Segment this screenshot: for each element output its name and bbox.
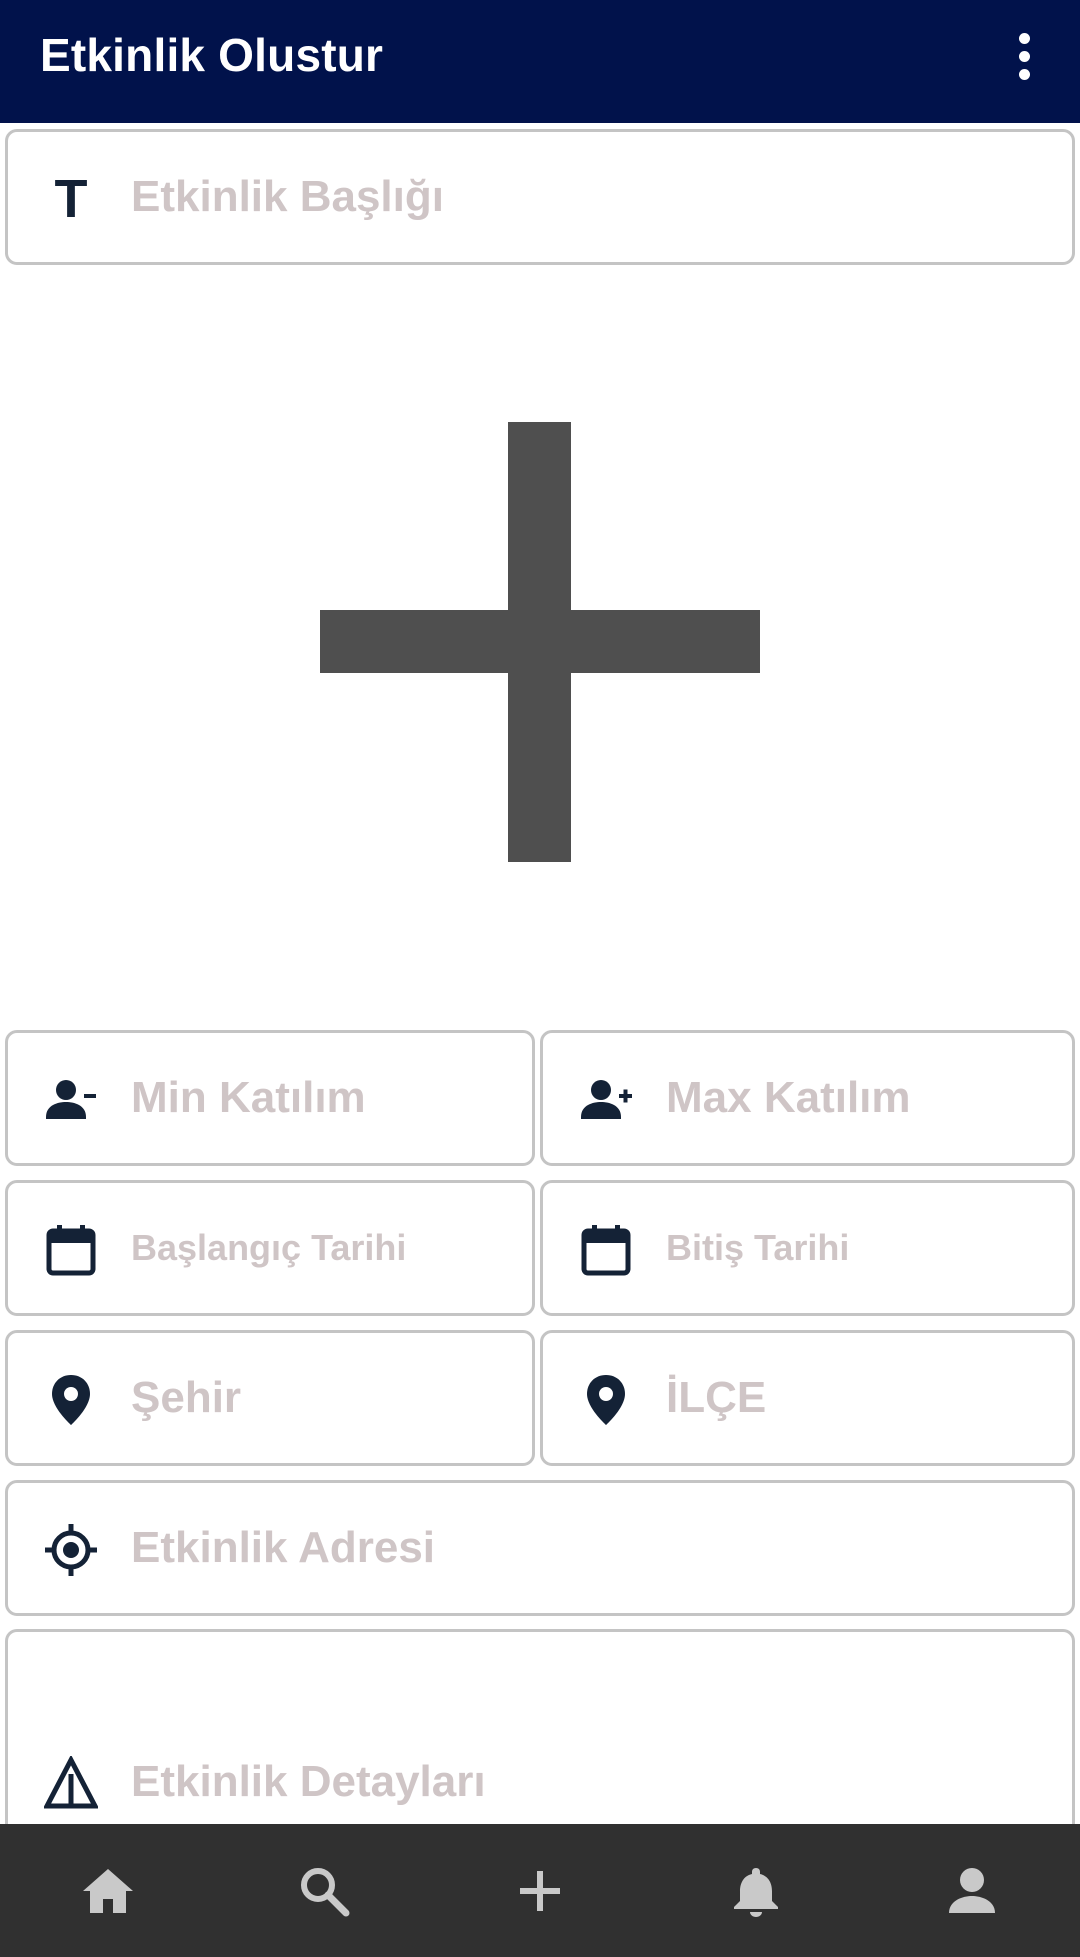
district-placeholder: İLÇE xyxy=(666,1373,767,1422)
location-pin-icon xyxy=(579,1373,633,1427)
home-icon xyxy=(83,1868,133,1913)
more-vert-icon[interactable] xyxy=(992,24,1056,88)
district-field[interactable]: İLÇE xyxy=(540,1330,1075,1466)
image-picker-add-icon[interactable] xyxy=(320,422,760,862)
gps-target-icon xyxy=(44,1523,98,1577)
start-date-field[interactable]: Başlangıç Tarihi xyxy=(5,1180,535,1316)
bottom-navigation xyxy=(0,1824,1080,1957)
max-participants-placeholder: Max Katılım xyxy=(666,1073,911,1122)
person-remove-icon xyxy=(44,1073,98,1127)
event-title-placeholder: Etkinlik Başlığı xyxy=(131,172,444,221)
nav-notifications[interactable] xyxy=(648,1824,864,1957)
end-date-placeholder: Bitiş Tarihi xyxy=(666,1227,850,1268)
add-icon xyxy=(520,1870,560,1911)
event-details-field[interactable]: Etkinlik Detayları xyxy=(5,1629,1075,1829)
end-date-field[interactable]: Bitiş Tarihi xyxy=(540,1180,1075,1316)
calendar-icon xyxy=(579,1223,633,1277)
address-field[interactable]: Etkinlik Adresi xyxy=(5,1480,1075,1616)
nav-search[interactable] xyxy=(216,1824,432,1957)
app-bar: Etkinlik Olustur xyxy=(0,0,1080,123)
event-details-placeholder: Etkinlik Detayları xyxy=(131,1757,486,1806)
max-participants-field[interactable]: Max Katılım xyxy=(540,1030,1075,1166)
person-icon xyxy=(949,1867,995,1913)
search-icon xyxy=(301,1867,350,1916)
page-title: Etkinlik Olustur xyxy=(40,29,384,81)
notifications-icon xyxy=(734,1867,778,1917)
city-field[interactable]: Şehir xyxy=(5,1330,535,1466)
person-add-icon xyxy=(579,1073,633,1127)
calendar-icon xyxy=(44,1223,98,1277)
warning-triangle-icon xyxy=(42,1754,100,1810)
nav-profile[interactable] xyxy=(864,1824,1080,1957)
min-participants-field[interactable]: Min Katılım xyxy=(5,1030,535,1166)
title-text-icon: T xyxy=(54,169,88,229)
event-title-field[interactable]: T Etkinlik Başlığı xyxy=(5,129,1075,265)
nav-add[interactable] xyxy=(432,1824,648,1957)
address-placeholder: Etkinlik Adresi xyxy=(131,1523,436,1572)
city-placeholder: Şehir xyxy=(131,1373,242,1422)
location-pin-icon xyxy=(44,1373,98,1427)
nav-home[interactable] xyxy=(0,1824,216,1957)
start-date-placeholder: Başlangıç Tarihi xyxy=(131,1227,407,1268)
min-participants-placeholder: Min Katılım xyxy=(131,1073,366,1122)
